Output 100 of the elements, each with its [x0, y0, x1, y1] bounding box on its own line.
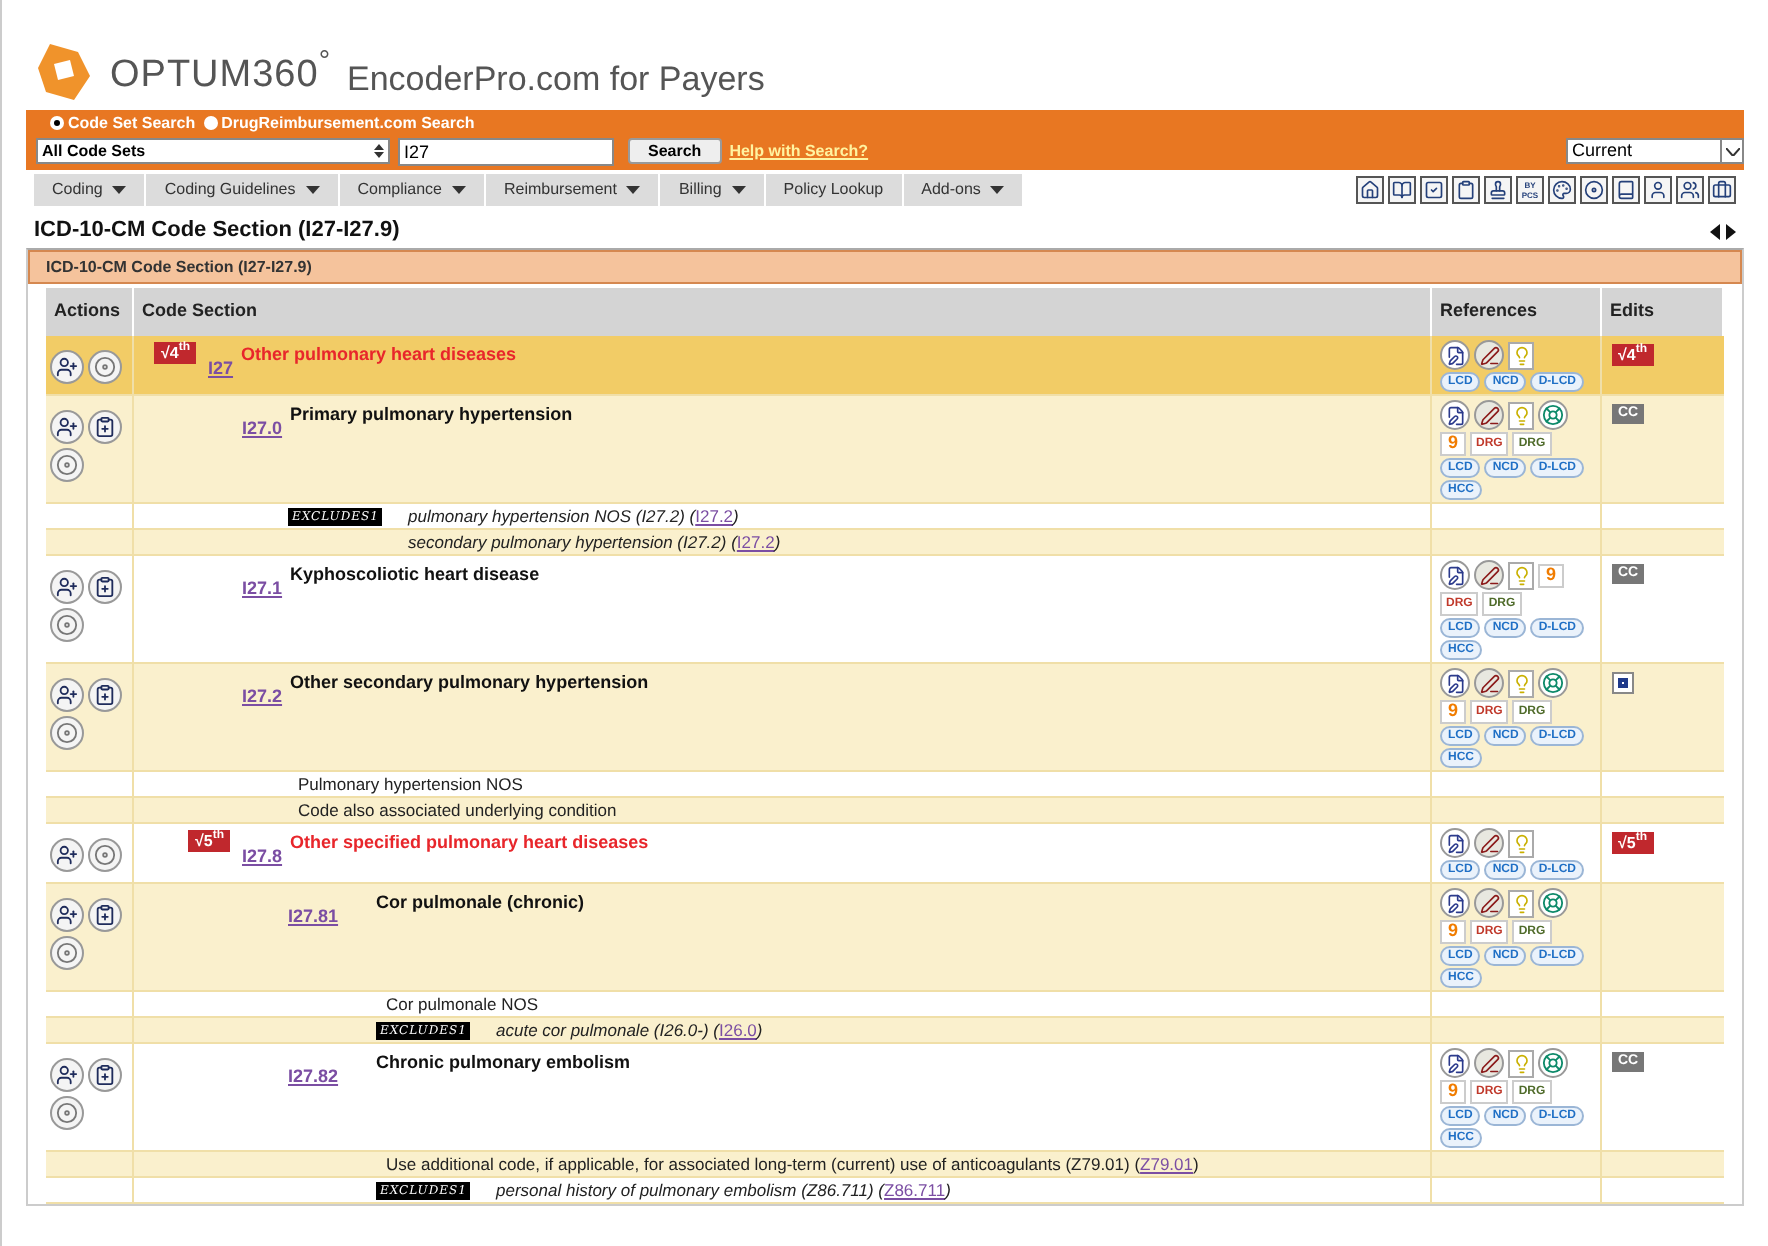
menu-item[interactable]: Compliance: [339, 174, 486, 206]
caret-icon: [731, 186, 746, 194]
help-link[interactable]: Help with Search?: [729, 139, 869, 163]
disc-icon: [94, 844, 116, 866]
pen-button[interactable]: [1474, 1048, 1504, 1078]
add-person-button[interactable]: [50, 350, 84, 384]
logo-icon: [34, 40, 94, 104]
toolbar-button[interactable]: [1612, 176, 1640, 204]
code-title: Chronic pulmonary embolism: [376, 1050, 631, 1076]
add-person-button[interactable]: [50, 1058, 84, 1092]
toolbar-button[interactable]: [1708, 176, 1736, 204]
toolbar-button[interactable]: [1356, 176, 1384, 204]
notes-button[interactable]: [1440, 828, 1470, 858]
code-link[interactable]: I26.0: [719, 1020, 757, 1040]
toolbar-button[interactable]: [1548, 176, 1576, 204]
clipboard-button[interactable]: [88, 678, 122, 712]
version-select[interactable]: Current: [1566, 138, 1744, 164]
toolbar-button[interactable]: [1452, 176, 1480, 204]
code-link[interactable]: I27.1: [242, 578, 283, 598]
pen-button[interactable]: [1474, 340, 1504, 370]
number-tag[interactable]: 9: [1440, 920, 1466, 944]
add-person-button[interactable]: [50, 678, 84, 712]
lightbulb-icon: [1511, 345, 1531, 365]
lifebuoy-button[interactable]: [1538, 1048, 1568, 1078]
disc-button[interactable]: [88, 350, 122, 384]
disc-button[interactable]: [50, 448, 84, 482]
toolbar-button[interactable]: [1580, 176, 1608, 204]
lifebuoy-icon: [1542, 1052, 1564, 1074]
menu-item[interactable]: Add-ons: [903, 174, 1025, 206]
lifebuoy-button[interactable]: [1538, 668, 1568, 698]
toolbar-button[interactable]: [1484, 176, 1512, 204]
code-link[interactable]: I27.2: [695, 506, 734, 526]
toolbar-button[interactable]: [1676, 176, 1704, 204]
valid-code-flag: √4$^{th}$: [154, 342, 196, 364]
pen-button[interactable]: [1474, 560, 1504, 590]
toolbar-button[interactable]: [1644, 176, 1672, 204]
radio-label[interactable]: Code Set Search: [68, 111, 196, 135]
number-tag[interactable]: 9: [1440, 432, 1466, 456]
number-tag[interactable]: 9: [1538, 563, 1564, 587]
menu-item[interactable]: Coding: [34, 174, 147, 206]
notes-button[interactable]: [1440, 668, 1470, 698]
menu-item[interactable]: Billing: [660, 174, 766, 206]
pen-button[interactable]: [1474, 400, 1504, 430]
add-person-button[interactable]: [50, 898, 84, 932]
menu-item[interactable]: Coding Guidelines: [146, 174, 340, 206]
radio-button[interactable]: [50, 116, 64, 130]
menu-item[interactable]: Reimbursement: [485, 174, 661, 206]
toolbar-button[interactable]: [1420, 176, 1448, 204]
code-link[interactable]: I27: [208, 358, 234, 378]
toolbar-icon: [1424, 180, 1444, 200]
clipboard-button[interactable]: [88, 570, 122, 604]
number-tag[interactable]: 9: [1440, 1080, 1466, 1104]
notes-button[interactable]: [1440, 888, 1470, 918]
notes-button[interactable]: [1440, 400, 1470, 430]
toolbar-button[interactable]: [1388, 176, 1416, 204]
lightbulb-icon: [1511, 833, 1531, 853]
disc-icon: [56, 942, 78, 964]
code-link[interactable]: I27.2: [736, 532, 775, 552]
code-set-select[interactable]: All Code Sets: [36, 138, 390, 164]
code-link[interactable]: Z79.01: [1140, 1154, 1193, 1174]
pen-button[interactable]: [1474, 828, 1504, 858]
clipboard-button[interactable]: [88, 1058, 122, 1092]
notes-button[interactable]: [1440, 560, 1470, 590]
code-link[interactable]: I27.8: [242, 846, 283, 866]
lifebuoy-button[interactable]: [1538, 400, 1568, 430]
disc-button[interactable]: [50, 608, 84, 642]
disc-button[interactable]: [88, 838, 122, 872]
valid-code-flag: √5$^{th}$: [1612, 832, 1654, 854]
document-pen-icon: [1445, 833, 1465, 853]
code-link[interactable]: I27.82: [288, 1066, 339, 1086]
code-link[interactable]: I27.2: [242, 686, 283, 706]
add-person-button[interactable]: [50, 570, 84, 604]
person-plus-icon: [56, 576, 78, 598]
disc-icon: [56, 454, 78, 476]
search-button[interactable]: Search: [628, 138, 722, 164]
notes-button[interactable]: [1440, 1048, 1470, 1078]
disc-button[interactable]: [50, 1096, 84, 1130]
code-link[interactable]: I27.0: [242, 418, 283, 438]
clipboard-button[interactable]: [88, 898, 122, 932]
menu-item[interactable]: Policy Lookup: [765, 174, 904, 206]
previous-icon[interactable]: [1710, 223, 1720, 239]
search-field[interactable]: I27: [398, 137, 614, 165]
clipboard-plus-icon: [94, 416, 116, 438]
clipboard-button[interactable]: [88, 410, 122, 444]
radio-label[interactable]: DrugReimbursement.com Search: [221, 111, 475, 135]
code-link[interactable]: Z86.711: [884, 1180, 946, 1200]
pen-button[interactable]: [1474, 888, 1504, 918]
toolbar-icon: [1648, 180, 1668, 200]
disc-button[interactable]: [50, 936, 84, 970]
notes-button[interactable]: [1440, 340, 1470, 370]
lifebuoy-button[interactable]: [1538, 888, 1568, 918]
disc-button[interactable]: [50, 716, 84, 750]
pen-button[interactable]: [1474, 668, 1504, 698]
add-person-button[interactable]: [50, 838, 84, 872]
code-link[interactable]: I27.81: [288, 906, 339, 926]
toolbar-icon: [1584, 180, 1604, 200]
next-icon[interactable]: [1726, 223, 1736, 239]
number-tag[interactable]: 9: [1440, 700, 1466, 724]
radio-button[interactable]: [203, 116, 218, 130]
add-person-button[interactable]: [50, 410, 84, 444]
